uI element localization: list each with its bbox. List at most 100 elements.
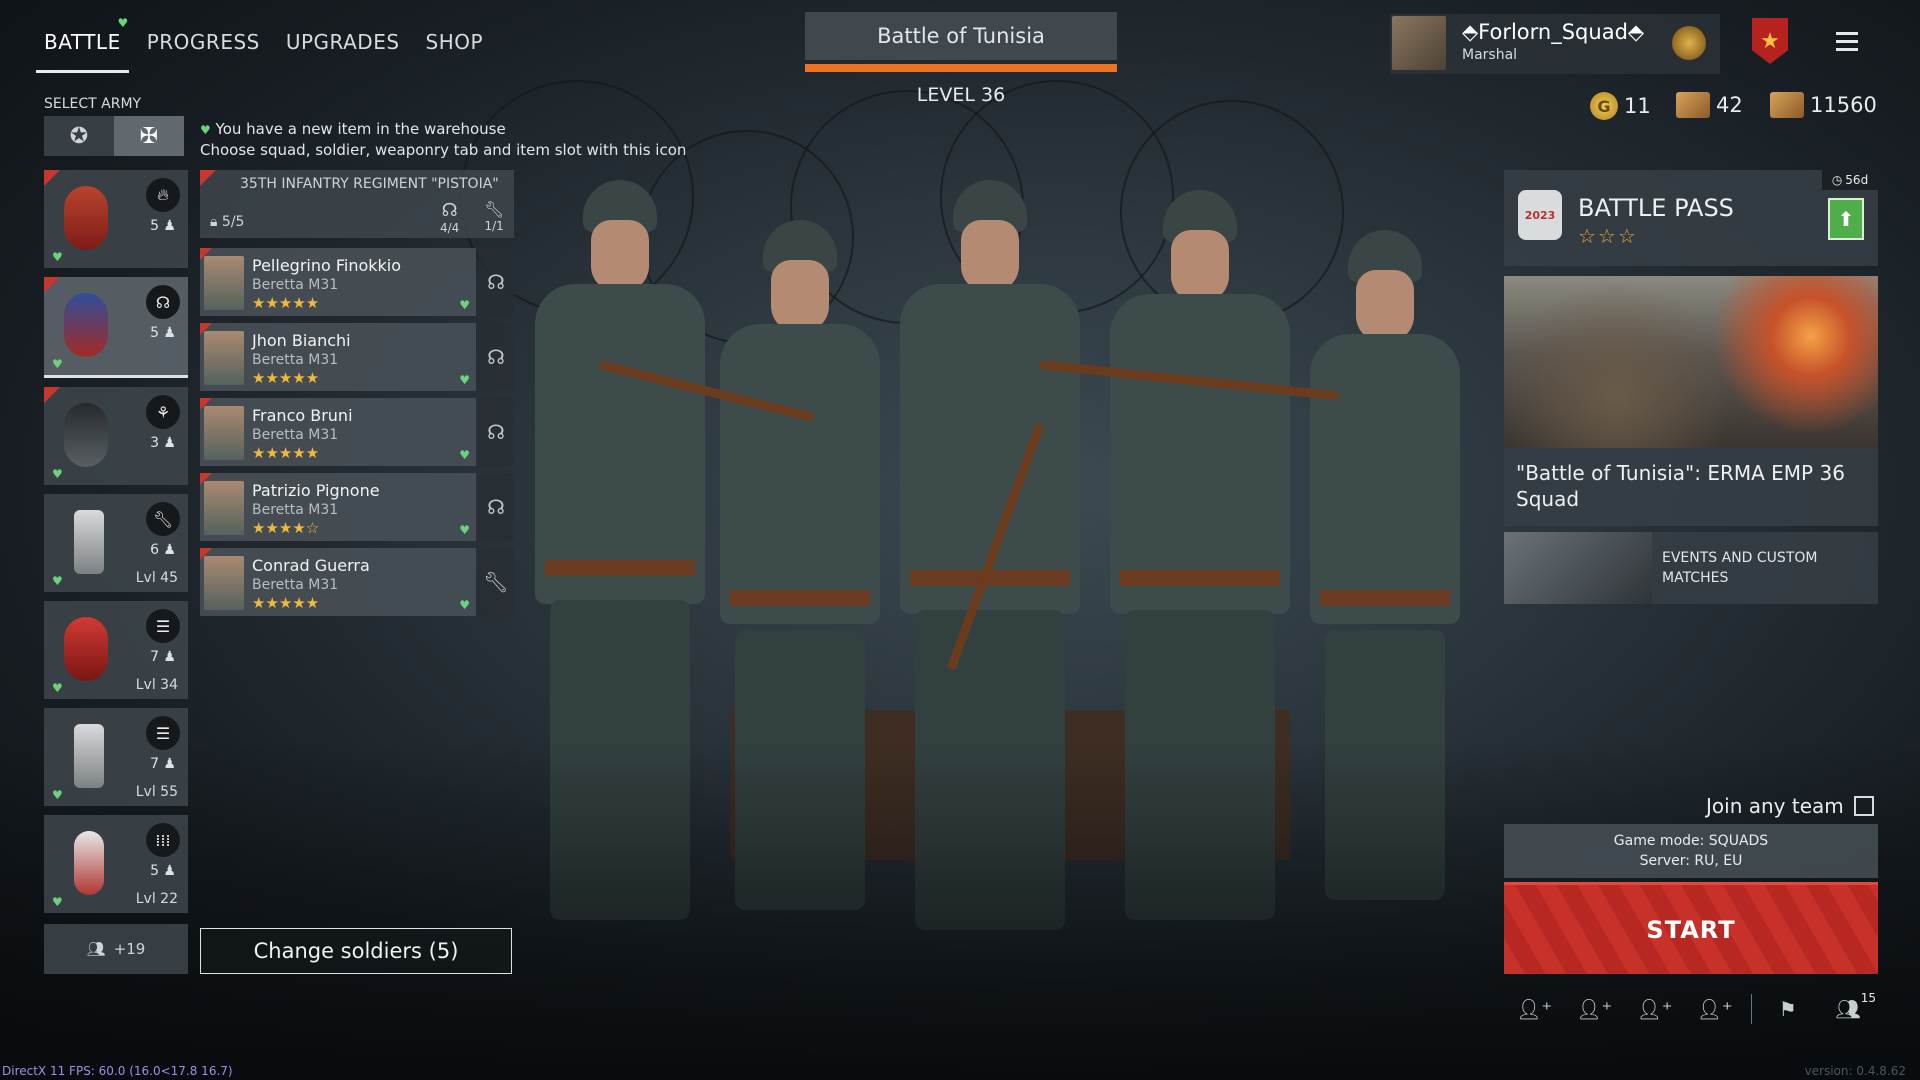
soldier-weapon: Beretta M31 bbox=[252, 427, 339, 443]
soldier-name: Jhon Bianchi bbox=[252, 331, 351, 350]
headset-icon: ☊ bbox=[441, 200, 458, 221]
invite-player-icon[interactable]: 👤︎⁺ bbox=[1624, 997, 1684, 1021]
soldier-row[interactable]: Conrad Guerra Beretta M31 ★★★★★ ♥ 🔧︎ bbox=[200, 548, 514, 616]
squad-emblem-icon bbox=[64, 293, 108, 357]
tab-label: BATTLE bbox=[44, 30, 121, 54]
battle-pass-title: BATTLE PASS bbox=[1578, 194, 1734, 222]
ticket-a-amount: 42 bbox=[1716, 93, 1743, 117]
battle-pass-panel[interactable]: 2023 BATTLE PASS ☆☆☆ ◷ 56d ⬆ bbox=[1504, 170, 1878, 266]
group-icon: 👥︎ bbox=[86, 940, 106, 958]
soldier-stars: ★★★★★ bbox=[252, 294, 320, 312]
squad-card[interactable]: ☰ 7 ♟ Lvl 34 ♥ bbox=[44, 601, 188, 699]
battle-pass-logo-icon: 2023 bbox=[1518, 190, 1562, 240]
ticket-icon bbox=[1770, 92, 1804, 118]
reserve-soldiers-button[interactable]: 👥︎ +19 bbox=[44, 924, 188, 974]
promo-card[interactable]: "Battle of Tunisia": ERMA EMP 36 Squad bbox=[1504, 276, 1878, 526]
party-bar: 👤︎⁺ 👤︎⁺ 👤︎⁺ 👤︎⁺ ⚑ 👥︎ 15 bbox=[1504, 991, 1878, 1024]
select-army-label: SELECT ARMY bbox=[44, 96, 142, 112]
heart-icon: ♥ bbox=[52, 467, 63, 481]
new-flag bbox=[44, 277, 60, 293]
ticket-currency-b[interactable]: 11560 bbox=[1770, 92, 1877, 118]
squad-card[interactable]: ☊ 5 ♟ ♥ bbox=[44, 277, 188, 378]
tab-label: UPGRADES bbox=[285, 30, 400, 54]
notice-line1: You have a new item in the warehouse bbox=[215, 120, 506, 138]
rank-star-icon[interactable]: ★ bbox=[1752, 18, 1788, 64]
squad-count: 5 ♟ bbox=[150, 863, 176, 879]
warehouse-notice: ♥ You have a new item in the warehouse C… bbox=[200, 119, 686, 160]
squad-card[interactable]: ⚘ 3 ♟ ♥ bbox=[44, 387, 188, 485]
squad-level: Lvl 22 bbox=[135, 891, 178, 907]
squad-count: 7 ♟ bbox=[150, 756, 176, 772]
new-flag bbox=[200, 170, 216, 186]
regiment-name: 35TH INFANTRY REGIMENT "PISTOIA" bbox=[240, 176, 499, 192]
wrench-icon[interactable]: 🔧︎ bbox=[478, 548, 514, 616]
join-any-team[interactable]: Join any team bbox=[1706, 794, 1874, 818]
soldier-stars: ★★★★★ bbox=[252, 369, 320, 387]
fire-icon: 🔥︎ bbox=[146, 178, 180, 212]
bayonet-icon bbox=[74, 510, 104, 574]
headset-icon[interactable]: ☊ bbox=[478, 398, 514, 466]
invite-player-icon[interactable]: 👤︎⁺ bbox=[1504, 997, 1564, 1021]
campaign-title: Battle of Tunisia bbox=[877, 24, 1045, 48]
gold-currency[interactable]: G 11 bbox=[1590, 92, 1651, 120]
change-soldiers-button[interactable]: Change soldiers (5) bbox=[200, 928, 512, 974]
invite-player-icon[interactable]: 👤︎⁺ bbox=[1685, 997, 1745, 1021]
squad-count: 3 ♟ bbox=[150, 435, 176, 451]
squad-card[interactable]: ☰ 7 ♟ Lvl 55 ♥ bbox=[44, 708, 188, 806]
heart-icon: ♥ bbox=[52, 574, 63, 588]
squad-card[interactable]: ⁞⁞⁞ 5 ♟ Lvl 22 ♥ bbox=[44, 815, 188, 913]
tab-label: PROGRESS bbox=[146, 30, 260, 54]
heart-icon: ♥ bbox=[459, 598, 470, 612]
radio-slots: ☊ 4/4 bbox=[440, 200, 460, 235]
game-mode-panel[interactable]: Game mode: SQUADS Server: RU, EU bbox=[1504, 824, 1878, 878]
soldier-stars: ★★★★★ bbox=[252, 594, 320, 612]
friends-icon[interactable]: 👥︎ 15 bbox=[1818, 991, 1878, 1021]
heart-icon: ♥ bbox=[52, 357, 63, 371]
engineer-slots: 🔧︎ 1/1 bbox=[484, 200, 505, 233]
battle-pass-timer: ◷ 56d bbox=[1822, 170, 1878, 190]
headset-icon[interactable]: ☊ bbox=[478, 323, 514, 391]
bayonet-icon bbox=[74, 724, 104, 788]
soldier-row[interactable]: Jhon Bianchi Beretta M31 ★★★★★ ♥ ☊ bbox=[200, 323, 514, 391]
tab-shop[interactable]: SHOP bbox=[426, 30, 484, 54]
flag-icon[interactable]: ⚑ bbox=[1758, 997, 1818, 1021]
events-card[interactable]: EVENTS AND CUSTOM MATCHES bbox=[1504, 532, 1878, 604]
tab-battle[interactable]: BATTLE ♥ bbox=[36, 16, 129, 73]
regiment-header: 35TH INFANTRY REGIMENT "PISTOIA" 🔒︎ 5/5 … bbox=[200, 170, 514, 238]
soldier-row[interactable]: Patrizio Pignone Beretta M31 ★★★★☆ ♥ ☊ bbox=[200, 473, 514, 541]
squad-count: 5 ♟ bbox=[150, 325, 176, 341]
squad-card[interactable]: 🔧︎ 6 ♟ Lvl 45 ♥ bbox=[44, 494, 188, 592]
squad-emblem-icon bbox=[64, 617, 108, 681]
soldier-row[interactable]: Franco Bruni Beretta M31 ★★★★★ ♥ ☊ bbox=[200, 398, 514, 466]
squad-card[interactable]: 🔥︎ 5 ♟ ♥ bbox=[44, 170, 188, 268]
tab-upgrades[interactable]: UPGRADES bbox=[286, 30, 400, 54]
soldier-portrait bbox=[204, 481, 244, 535]
medal-icon[interactable] bbox=[1672, 26, 1706, 60]
soldier-weapon: Beretta M31 bbox=[252, 502, 339, 518]
squad-level: Lvl 45 bbox=[135, 570, 178, 586]
game-mode: Game mode: SQUADS bbox=[1613, 833, 1769, 849]
army-tab-axis[interactable]: ✠ bbox=[114, 116, 184, 156]
gold-coin-icon: G bbox=[1590, 92, 1618, 120]
start-button[interactable]: START bbox=[1504, 882, 1878, 974]
headset-icon[interactable]: ☊ bbox=[478, 248, 514, 316]
army-tab-allies[interactable]: ✪ bbox=[44, 116, 114, 156]
soldier-weapon: Beretta M31 bbox=[252, 277, 339, 293]
list-icon: ☰ bbox=[146, 609, 180, 643]
squad-level: Lvl 55 bbox=[135, 784, 178, 800]
campaign-selector[interactable]: Battle of Tunisia bbox=[805, 12, 1117, 60]
heart-icon: ♥ bbox=[52, 681, 63, 695]
soldier-row[interactable]: Pellegrino Finokkio Beretta M31 ★★★★★ ♥ … bbox=[200, 248, 514, 316]
join-any-team-checkbox[interactable] bbox=[1853, 796, 1874, 816]
ticket-currency-a[interactable]: 42 bbox=[1676, 92, 1743, 118]
join-label: Join any team bbox=[1706, 794, 1844, 818]
avatar[interactable] bbox=[1392, 16, 1446, 70]
invite-player-icon[interactable]: 👤︎⁺ bbox=[1564, 997, 1624, 1021]
hamburger-menu-icon[interactable] bbox=[1836, 32, 1858, 56]
soldier-name: Patrizio Pignone bbox=[252, 481, 380, 500]
tab-progress[interactable]: PROGRESS bbox=[147, 30, 260, 54]
headset-icon[interactable]: ☊ bbox=[478, 473, 514, 541]
soldier-portrait bbox=[204, 256, 244, 310]
events-label: EVENTS AND CUSTOM MATCHES bbox=[1662, 550, 1818, 586]
upgrade-arrow-icon[interactable]: ⬆ bbox=[1828, 198, 1864, 240]
